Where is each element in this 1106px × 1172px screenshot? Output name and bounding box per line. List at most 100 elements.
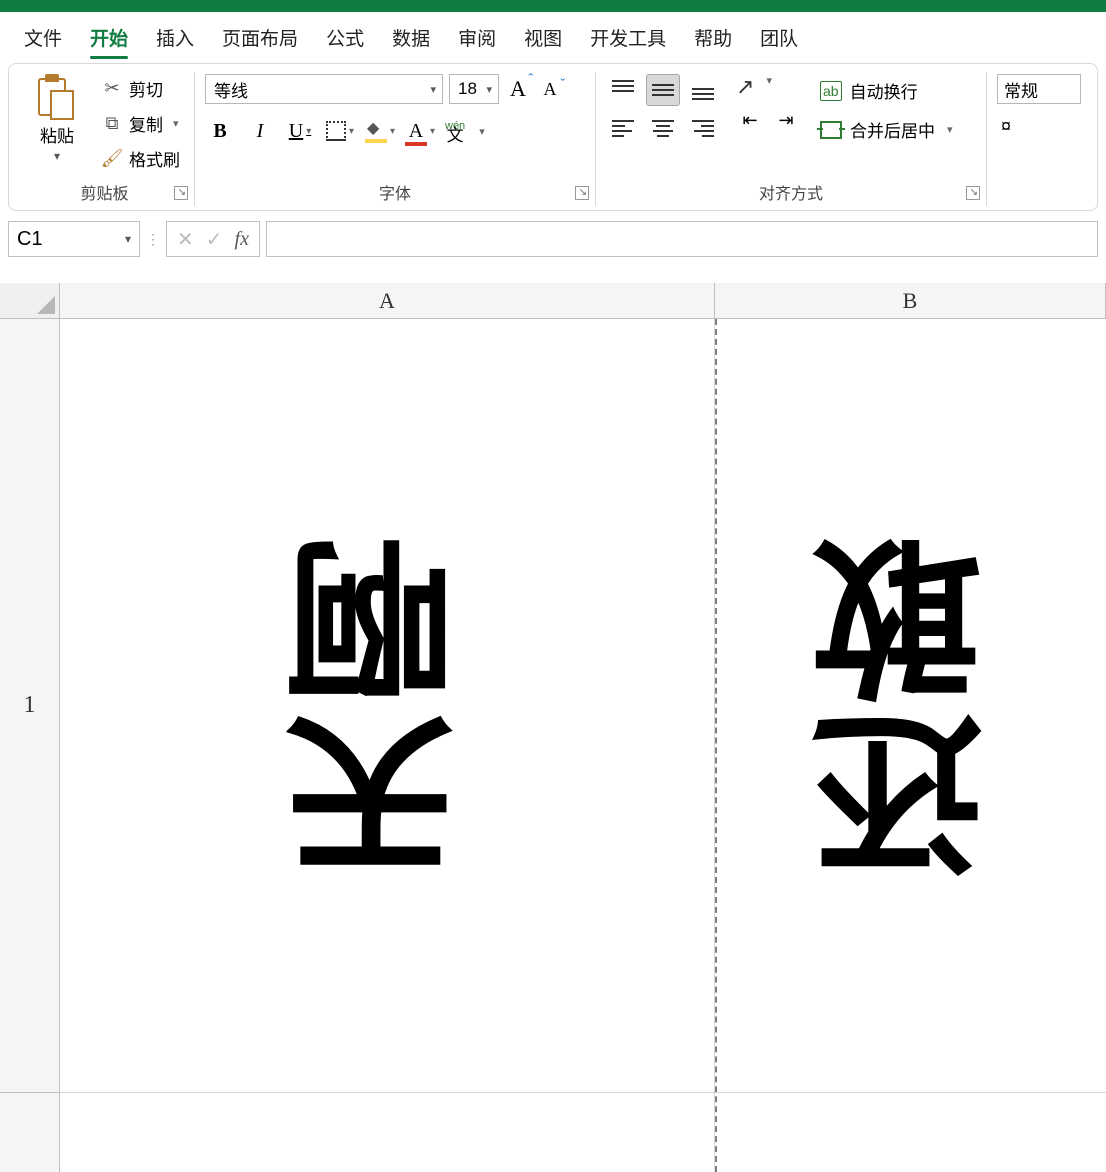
group-font-label: 字体 <box>205 176 585 206</box>
accept-formula-button[interactable]: ✓ <box>206 227 223 252</box>
font-size-select[interactable]: 18 ▾ <box>449 74 499 104</box>
font-color-icon: A <box>405 120 427 143</box>
font-dialog-launcher[interactable] <box>575 186 589 200</box>
underline-button[interactable]: U▾ <box>285 118 315 144</box>
copy-button[interactable]: ⧉ 复制 ▾ <box>97 109 184 138</box>
paste-dropdown-icon[interactable]: ▾ <box>54 149 60 163</box>
row-header-1[interactable]: 1 <box>0 319 60 1093</box>
cell-B1-text: 还敢 <box>825 530 1004 882</box>
menu-formulas[interactable]: 公式 <box>312 20 378 55</box>
increase-font-button[interactable]: A <box>505 76 531 102</box>
copy-dropdown-icon[interactable]: ▾ <box>173 117 179 130</box>
group-clipboard: 粘贴 ▾ ✂ 剪切 ⧉ 复制 ▾ 🖌 格式刷 <box>15 72 195 206</box>
phonetic-character: 文 <box>445 131 465 141</box>
cell-A2[interactable] <box>60 1093 715 1172</box>
cell-A1-text: 天啊 <box>298 530 477 882</box>
column-header-A[interactable]: A <box>60 283 715 319</box>
chevron-down-icon: ▾ <box>390 126 395 137</box>
paste-label: 粘贴 <box>40 122 74 147</box>
wrap-text-button[interactable]: ab 自动换行 <box>816 76 957 105</box>
group-number: 常规 ¤ <box>987 72 1091 206</box>
font-size-value: 18 <box>458 79 477 99</box>
name-box[interactable]: C1 ▾ <box>8 221 140 257</box>
copy-icon: ⧉ <box>101 113 123 135</box>
border-icon <box>326 121 346 141</box>
fill-color-button[interactable]: ▾ <box>365 118 395 144</box>
menu-team[interactable]: 团队 <box>746 20 812 55</box>
scissors-icon: ✂ <box>101 78 123 100</box>
orientation-button[interactable] <box>736 74 754 100</box>
menu-insert[interactable]: 插入 <box>142 20 208 55</box>
select-all-corner[interactable] <box>0 283 60 319</box>
chevron-down-icon: ▾ <box>430 126 435 137</box>
insert-function-button[interactable]: fx <box>235 228 249 251</box>
chevron-down-icon: ▾ <box>486 83 492 96</box>
formula-buttons: ✕ ✓ fx <box>166 221 260 257</box>
borders-button[interactable]: ▾ <box>325 118 355 144</box>
chevron-down-icon: ▾ <box>349 126 354 137</box>
accounting-format-icon[interactable]: ¤ <box>1001 116 1011 137</box>
bold-button[interactable]: B <box>205 118 235 144</box>
formula-input[interactable] <box>266 221 1098 257</box>
phonetic-guide-button[interactable]: wén 文 <box>445 121 465 141</box>
cell-A1[interactable]: 天啊 <box>60 319 715 1093</box>
column-header-B[interactable]: B <box>715 283 1106 319</box>
group-font: 等线 ▾ 18 ▾ A A B I U▾ ▾ ▾ A▾ <box>195 72 596 206</box>
align-center-button[interactable] <box>646 112 680 144</box>
align-top-button[interactable] <box>606 74 640 106</box>
cancel-formula-button[interactable]: ✕ <box>177 227 194 252</box>
group-alignment-label: 对齐方式 <box>606 176 976 206</box>
alignment-dialog-launcher[interactable] <box>966 186 980 200</box>
align-bottom-button[interactable] <box>686 74 720 106</box>
row-header-2[interactable] <box>0 1093 60 1172</box>
merge-icon <box>820 121 842 139</box>
format-painter-label: 格式刷 <box>129 146 180 171</box>
italic-button[interactable]: I <box>245 118 275 144</box>
menu-home[interactable]: 开始 <box>76 20 142 55</box>
cut-label: 剪切 <box>129 76 163 101</box>
align-middle-button[interactable] <box>646 74 680 106</box>
chevron-down-icon: ▾ <box>306 126 311 137</box>
cut-button[interactable]: ✂ 剪切 <box>97 74 184 103</box>
cell-B1[interactable]: 还敢 <box>715 319 1106 1093</box>
formula-bar: C1 ▾ ⋮ ✕ ✓ fx <box>8 221 1098 257</box>
chevron-down-icon[interactable]: ▾ <box>479 125 485 138</box>
paste-icon <box>34 74 80 120</box>
increase-indent-button[interactable]: ⇥ <box>772 108 800 132</box>
cell-B2[interactable] <box>715 1093 1106 1172</box>
number-format-select[interactable]: 常规 <box>997 74 1081 104</box>
paste-button[interactable]: 粘贴 ▾ <box>25 72 89 173</box>
menu-developer[interactable]: 开发工具 <box>576 20 680 55</box>
format-painter-button[interactable]: 🖌 格式刷 <box>97 144 184 173</box>
menu-help[interactable]: 帮助 <box>680 20 746 55</box>
menu-view[interactable]: 视图 <box>510 20 576 55</box>
font-name-value: 等线 <box>214 77 248 102</box>
wrap-label: 自动换行 <box>850 78 918 103</box>
decrease-font-button[interactable]: A <box>537 79 563 100</box>
align-right-button[interactable] <box>686 112 720 144</box>
font-color-button[interactable]: A▾ <box>405 118 435 144</box>
group-alignment: ▾ ⇤ ⇥ ab 自动换行 合并后居中 ▾ <box>596 72 987 206</box>
spreadsheet-grid: A B 1 天啊 还敢 <box>0 283 1106 1172</box>
menu-file[interactable]: 文件 <box>10 20 76 55</box>
chevron-down-icon[interactable]: ▾ <box>947 123 953 136</box>
copy-label: 复制 <box>129 111 163 136</box>
brush-icon: 🖌 <box>101 148 123 170</box>
fill-icon <box>365 122 387 140</box>
font-name-select[interactable]: 等线 ▾ <box>205 74 443 104</box>
merge-center-button[interactable]: 合并后居中 ▾ <box>816 115 957 144</box>
menu-data[interactable]: 数据 <box>378 20 444 55</box>
title-bar <box>0 0 1106 12</box>
chevron-down-icon: ▾ <box>430 83 436 96</box>
align-left-button[interactable] <box>606 112 640 144</box>
merge-label: 合并后居中 <box>850 117 935 142</box>
ribbon: 粘贴 ▾ ✂ 剪切 ⧉ 复制 ▾ 🖌 格式刷 <box>8 63 1098 211</box>
menu-review[interactable]: 审阅 <box>444 20 510 55</box>
page-break-line <box>715 319 717 1172</box>
menu-page-layout[interactable]: 页面布局 <box>208 20 312 55</box>
number-format-value: 常规 <box>1004 77 1038 102</box>
chevron-down-icon[interactable]: ▾ <box>766 74 772 100</box>
wrap-icon: ab <box>820 81 842 101</box>
clipboard-dialog-launcher[interactable] <box>174 186 188 200</box>
decrease-indent-button[interactable]: ⇤ <box>736 108 764 132</box>
